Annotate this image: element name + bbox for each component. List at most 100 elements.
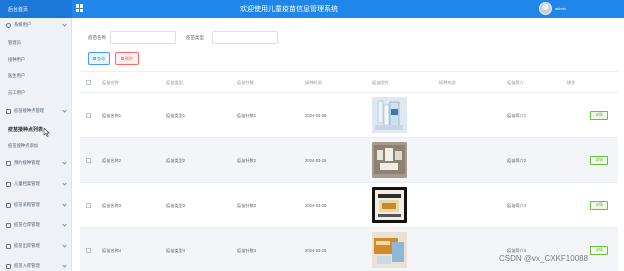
sidebar-item-vaccination-point-list[interactable]: 疫苗接种点列表 xyxy=(0,122,72,136)
column-header: 接种时间 xyxy=(305,80,322,85)
trash-icon xyxy=(121,57,124,60)
sidebar-item-vaccination-point-add[interactable]: 疫苗接种点添加 xyxy=(0,139,72,153)
mouse-pointer-icon xyxy=(43,128,50,137)
row-checkbox[interactable] xyxy=(86,248,91,253)
select-all-checkbox[interactable] xyxy=(86,80,91,85)
sidebar-item-label: 疫苗仓库管理 xyxy=(14,222,40,227)
sidebar-item-label: 疫苗接种点管理 xyxy=(14,108,45,113)
sidebar-group-vaccination-points[interactable]: 疫苗接种点管理 xyxy=(0,104,72,118)
column-header: 疫苗针数 xyxy=(237,80,254,85)
column-header: 接种剂次 xyxy=(439,80,456,85)
sidebar-item-admin[interactable]: 管理员 xyxy=(0,36,72,50)
sidebar-group-stock-in[interactable]: 疫苗入库管理 xyxy=(0,259,72,271)
user-icon xyxy=(6,22,11,28)
chevron-down-icon xyxy=(62,243,67,248)
sidebar-item-label: 疫苗入库管理 xyxy=(14,263,40,268)
sidebar-item-vaccine-users[interactable]: 接种用户 xyxy=(0,53,72,67)
vaccine-name-label: 疫苗名称 xyxy=(88,35,106,40)
chevron-down-icon xyxy=(62,160,67,165)
folder-icon xyxy=(6,222,11,228)
column-header: 疫苗类型 xyxy=(166,80,183,85)
system-title: 欢迎使用儿童疫苗信息管理系统 xyxy=(240,6,338,13)
row-checkbox[interactable] xyxy=(86,158,91,163)
sidebar-item-staff-users[interactable]: 员工用户 xyxy=(0,86,72,100)
sidebar-item-label: 系统用户 xyxy=(14,22,32,27)
sidebar-group-procurement[interactable]: 疫苗采购管理 xyxy=(0,198,72,212)
column-header: 疫苗简介 xyxy=(507,80,524,85)
cell-doses: 疫苗针数2 xyxy=(237,158,257,163)
vaccine-type-input[interactable] xyxy=(212,31,278,44)
cell-name: 疫苗名称2 xyxy=(102,158,122,163)
sidebar-group-child-records[interactable]: 儿童档案管理 xyxy=(0,177,72,191)
table-row[interactable]: 疫苗名称4 疫苗类型4 疫苗针数4 2024-03-26 疫苗简介4 详情 xyxy=(80,228,618,271)
main-content: 疫苗名称 疫苗类型 查询 删除 疫苗名称 疫苗类型 疫苗针数 接种时间 疫苗图片… xyxy=(72,18,624,271)
folder-icon xyxy=(6,108,11,114)
sidebar-item-label: 疫苗出库管理 xyxy=(14,243,40,248)
table-row[interactable]: 疫苗名称3 疫苗类型3 疫苗针数3 2024-03-26 疫苗简介3 详情 xyxy=(80,183,618,228)
cell-doses: 疫苗针数4 xyxy=(237,248,257,253)
detail-button[interactable]: 详情 xyxy=(590,246,608,255)
cell-type: 疫苗类型2 xyxy=(166,158,186,163)
table-row[interactable]: 疫苗名称1 疫苗类型1 疫苗针数1 2024-03-26 疫苗简介1 详情 xyxy=(80,93,618,138)
chevron-down-icon xyxy=(62,222,67,227)
detail-button[interactable]: 详情 xyxy=(590,156,608,165)
sidebar-group-system-users[interactable]: 系统用户 xyxy=(0,18,72,32)
delete-button-label: 删除 xyxy=(125,55,133,61)
chevron-down-icon xyxy=(62,202,67,207)
cell-type: 疫苗类型1 xyxy=(166,113,186,118)
sidebar-item-label: 儿童档案管理 xyxy=(14,181,40,186)
cell-name: 疫苗名称4 xyxy=(102,248,122,253)
table-row[interactable]: 疫苗名称2 疫苗类型2 疫苗针数2 2024-03-26 疫苗简介2 详情 xyxy=(80,138,618,183)
vaccine-image[interactable] xyxy=(372,232,407,268)
cell-doses: 疫苗针数1 xyxy=(237,113,257,118)
cell-doses: 疫苗针数3 xyxy=(237,203,257,208)
sidebar-group-appointments[interactable]: 预约接种管理 xyxy=(0,156,72,170)
chevron-down-icon xyxy=(62,22,67,27)
cell-type: 疫苗类型3 xyxy=(166,203,186,208)
chevron-down-icon xyxy=(62,181,67,186)
vaccine-image[interactable] xyxy=(372,187,407,223)
sidebar-group-warehouse[interactable]: 疫苗仓库管理 xyxy=(0,218,72,232)
cell-name: 疫苗名称3 xyxy=(102,203,122,208)
cell-intro: 疫苗简介1 xyxy=(507,113,527,118)
cell-date: 2024-03-26 xyxy=(305,203,327,208)
sidebar-item-label: 疫苗采购管理 xyxy=(14,202,40,207)
cell-name: 疫苗名称1 xyxy=(102,113,122,118)
menu-toggle-icon[interactable] xyxy=(76,4,84,12)
vaccine-type-label: 疫苗类型 xyxy=(186,35,204,40)
folder-icon xyxy=(6,160,11,166)
detail-button[interactable]: 详情 xyxy=(590,201,608,210)
avatar[interactable] xyxy=(539,2,552,15)
cell-type: 疫苗类型4 xyxy=(166,248,186,253)
top-header: 后台首页 欢迎使用儿童疫苗信息管理系统 admin xyxy=(0,0,624,18)
search-icon xyxy=(93,57,96,60)
chevron-down-icon xyxy=(62,108,67,113)
sidebar-item-doctor-users[interactable]: 医生用户 xyxy=(0,69,72,83)
vaccine-image[interactable] xyxy=(372,142,407,178)
detail-button[interactable]: 详情 xyxy=(590,111,608,120)
column-header: 操作 xyxy=(567,80,576,85)
cell-date: 2024-03-26 xyxy=(305,248,327,253)
query-button[interactable]: 查询 xyxy=(88,52,110,65)
vaccine-image[interactable] xyxy=(372,97,407,133)
username[interactable]: admin xyxy=(555,6,566,11)
sidebar-item-label: 预约接种管理 xyxy=(14,160,40,165)
cell-intro: 疫苗简介2 xyxy=(507,158,527,163)
watermark-text: CSDN @vx_CXKF10088 xyxy=(499,254,589,263)
delete-button[interactable]: 删除 xyxy=(115,52,139,65)
home-link[interactable]: 后台首页 xyxy=(0,0,72,18)
vaccine-name-input[interactable] xyxy=(110,31,176,44)
column-header: 疫苗名称 xyxy=(102,80,119,85)
row-checkbox[interactable] xyxy=(86,203,91,208)
folder-icon xyxy=(6,243,11,249)
table-header: 疫苗名称 疫苗类型 疫苗针数 接种时间 疫苗图片 接种剂次 疫苗简介 操作 xyxy=(80,71,618,93)
row-checkbox[interactable] xyxy=(86,113,91,118)
sidebar: 系统用户 管理员 接种用户 医生用户 员工用户 疫苗接种点管理 疫苗接种点列表 … xyxy=(0,18,72,271)
folder-icon xyxy=(6,263,11,269)
sidebar-group-stock-out[interactable]: 疫苗出库管理 xyxy=(0,239,72,253)
folder-icon xyxy=(6,202,11,208)
cell-date: 2024-03-26 xyxy=(305,158,327,163)
folder-icon xyxy=(6,181,11,187)
query-button-label: 查询 xyxy=(97,55,105,61)
column-header: 疫苗图片 xyxy=(372,80,389,85)
